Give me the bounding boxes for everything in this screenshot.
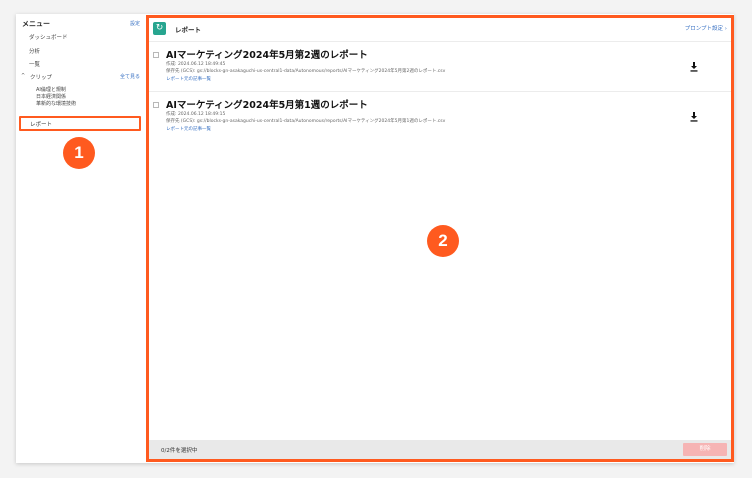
report-path: 保存先 (GCS): gs://blocks-gn-asakaguchi-us-… (166, 119, 446, 124)
sidebar-item-list[interactable]: 一覧 (29, 60, 40, 68)
chevron-up-icon[interactable]: ^ (21, 73, 25, 79)
clip-view-all-link[interactable]: 全て見る (120, 73, 140, 80)
report-path: 保存先 (GCS): gs://blocks-gn-asakaguchi-us-… (166, 69, 446, 74)
page-title: レポート (175, 26, 201, 34)
sidebar-title: メニュー (22, 20, 50, 28)
sidebar-item-report[interactable]: レポート (19, 116, 141, 131)
report-checkbox[interactable] (153, 102, 159, 108)
report-card: AIマーケティング2024年5月第2週のレポート 作成: 2024.06.12 … (149, 41, 731, 91)
report-title: AIマーケティング2024年5月第1週のレポート (166, 100, 368, 111)
selection-status: 0/2件を選択中 (161, 448, 198, 454)
delete-button[interactable]: 削除 (683, 443, 727, 456)
clip-item-ai-ethics[interactable]: AI倫理と規制 (36, 86, 66, 93)
prompt-settings-link[interactable]: プロンプト設定 › (685, 24, 727, 32)
download-icon[interactable] (690, 112, 698, 122)
sidebar-item-report-label: レポート (30, 122, 53, 128)
report-created: 作成: 2024.06.12 18:49:45 (166, 62, 226, 67)
report-checkbox[interactable] (153, 52, 159, 58)
annotation-badge-2: 2 (427, 225, 459, 257)
clip-item-japan-economy[interactable]: 日本経済関係 (36, 93, 66, 100)
refresh-icon[interactable]: ↻ (153, 22, 166, 35)
sidebar-settings-link[interactable]: 設定 (130, 20, 140, 27)
report-toolbar: ↻ レポート プロンプト設定 › (149, 18, 731, 40)
sidebar-item-analysis[interactable]: 分析 (29, 47, 40, 55)
clip-section-header[interactable]: ^ クリップ 全て見る (21, 73, 140, 82)
sidebar: メニュー 設定 ダッシュボード 分析 一覧 ^ クリップ 全て見る AI倫理と規… (16, 14, 146, 463)
clip-item-env-tech[interactable]: 革新的な環境技術 (36, 100, 76, 107)
clip-label: クリップ (30, 75, 53, 81)
selection-footer: 0/2件を選択中 削除 (149, 440, 731, 459)
report-articles-link[interactable]: レポート元の記事一覧 (166, 76, 211, 82)
report-panel: ↻ レポート プロンプト設定 › AIマーケティング2024年5月第2週のレポー… (146, 15, 734, 462)
report-card: AIマーケティング2024年5月第1週のレポート 作成: 2024.06.12 … (149, 91, 731, 141)
report-title: AIマーケティング2024年5月第2週のレポート (166, 50, 368, 61)
report-created: 作成: 2024.06.12 18:49:15 (166, 112, 226, 117)
annotation-badge-1: 1 (63, 137, 95, 169)
sidebar-header: メニュー 設定 (22, 19, 140, 31)
report-articles-link[interactable]: レポート元の記事一覧 (166, 126, 211, 132)
download-icon[interactable] (690, 62, 698, 72)
sidebar-item-dashboard[interactable]: ダッシュボード (29, 33, 68, 41)
